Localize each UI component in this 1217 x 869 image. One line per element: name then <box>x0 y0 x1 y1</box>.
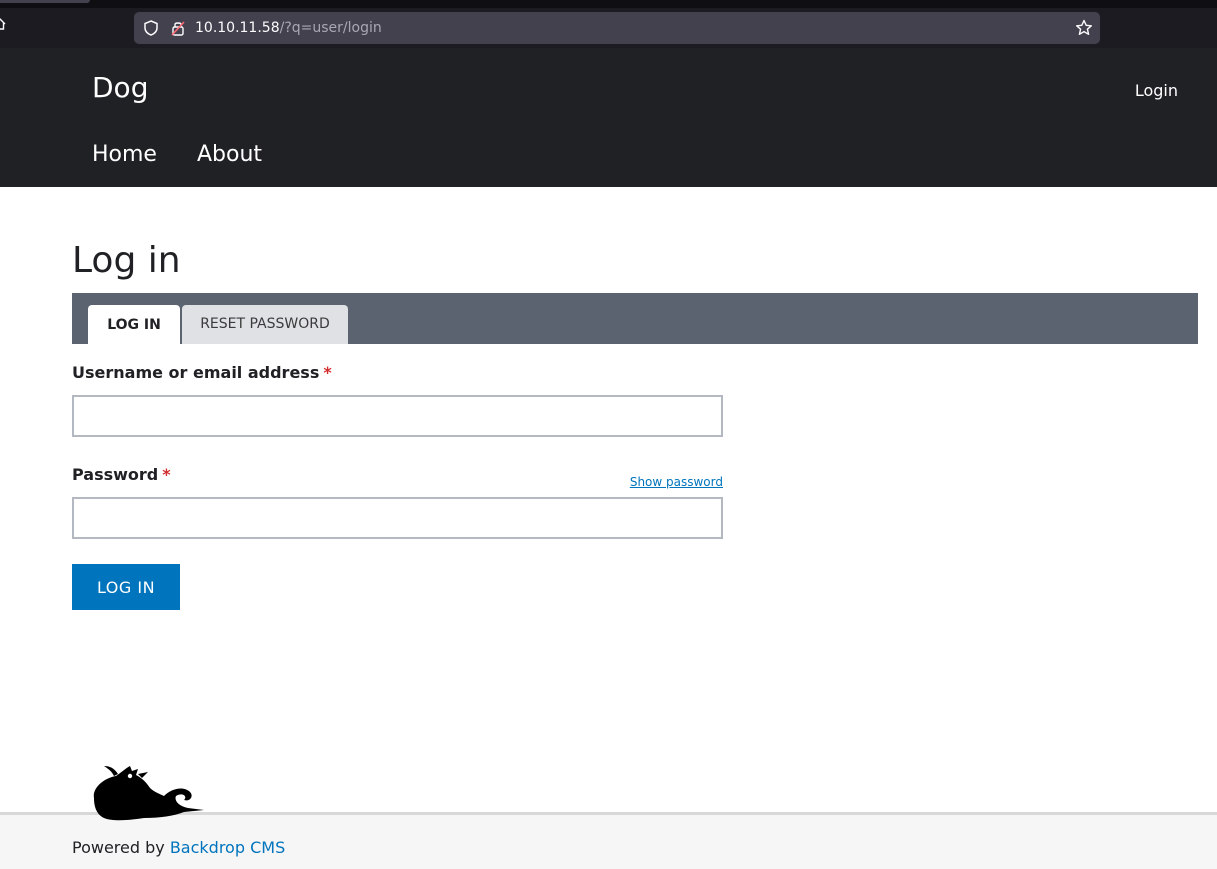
password-label: Password * <box>72 464 171 486</box>
nav-about-link[interactable]: About <box>197 140 262 170</box>
browser-tab[interactable] <box>0 0 90 3</box>
page-title: Log in <box>72 240 181 281</box>
backdrop-cms-link[interactable]: Backdrop CMS <box>170 838 285 857</box>
header-login-link[interactable]: Login <box>1135 80 1178 102</box>
powered-by-text: Powered by <box>72 838 165 857</box>
url-text[interactable]: 10.10.11.58/?q=user/login <box>195 12 382 44</box>
username-label-text: Username or email address <box>72 363 320 382</box>
password-label-text: Password <box>72 465 159 484</box>
powered-by: Powered by Backdrop CMS <box>72 838 285 858</box>
log-in-button[interactable]: Log in <box>72 564 180 610</box>
required-marker: * <box>323 363 332 382</box>
url-bar[interactable]: 10.10.11.58/?q=user/login <box>134 12 1100 44</box>
tab-strip <box>0 0 1217 8</box>
bookmark-star-icon[interactable] <box>1074 18 1094 38</box>
nav-home-link[interactable]: Home <box>92 140 157 170</box>
url-path: /?q=user/login <box>279 20 382 36</box>
required-marker: * <box>162 465 171 484</box>
tab-reset-password[interactable]: Reset password <box>182 305 348 344</box>
primary-nav: Home About <box>92 140 262 170</box>
insecure-lock-icon[interactable] <box>170 19 186 37</box>
username-label: Username or email address * <box>72 362 332 384</box>
backdrop-dragon-logo <box>90 762 206 824</box>
username-input[interactable] <box>72 395 723 437</box>
home-icon[interactable] <box>0 17 10 37</box>
show-password-link[interactable]: Show password <box>630 474 723 490</box>
site-header: Dog Login Home About <box>0 48 1217 187</box>
site-name-link[interactable]: Dog <box>92 68 148 108</box>
shield-icon[interactable] <box>142 19 160 37</box>
url-host: 10.10.11.58 <box>195 20 280 36</box>
password-input[interactable] <box>72 497 723 539</box>
tab-log-in[interactable]: Log in <box>88 305 180 344</box>
local-tabs: Log in Reset password <box>72 293 1198 344</box>
browser-toolbar: 10.10.11.58/?q=user/login <box>0 0 1217 48</box>
